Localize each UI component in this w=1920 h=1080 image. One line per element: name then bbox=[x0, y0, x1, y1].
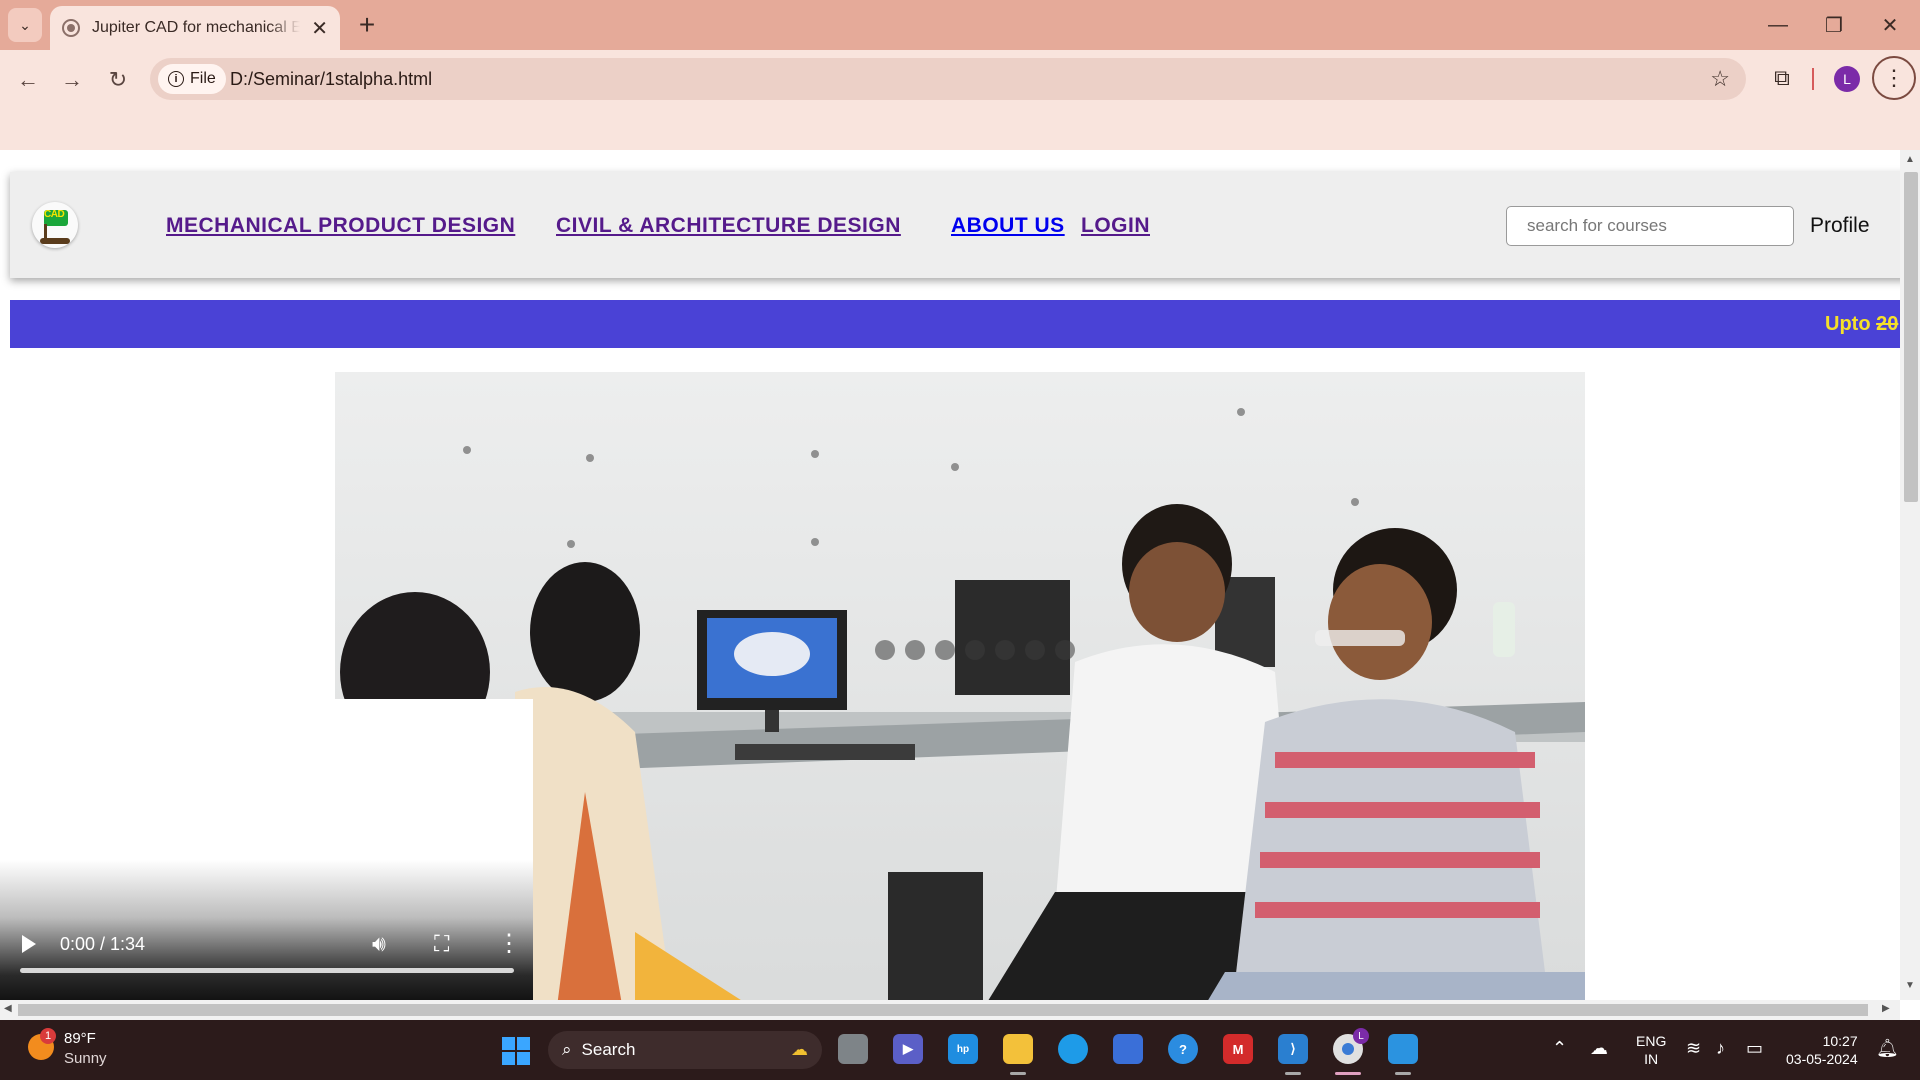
search-highlight-icon: ☁ bbox=[791, 1040, 808, 1059]
edge-icon[interactable] bbox=[1058, 1034, 1088, 1064]
browser-tab-bar: ⌄ Jupiter CAD for mechanical Eng ✕ + — ❐… bbox=[0, 0, 1920, 50]
slider-dot[interactable] bbox=[1025, 640, 1045, 660]
course-search-input[interactable] bbox=[1506, 206, 1794, 246]
site-logo[interactable]: CAD bbox=[32, 202, 78, 248]
scroll-up-icon[interactable]: ▲ bbox=[1905, 154, 1915, 165]
weather-badge: 1 bbox=[40, 1028, 56, 1044]
site-info-chip[interactable]: i File bbox=[158, 64, 226, 94]
toolbar-divider bbox=[1812, 68, 1814, 90]
url-text[interactable]: D:/Seminar/1stalpha.html bbox=[230, 69, 432, 90]
search-icon: ⌕ bbox=[562, 1040, 572, 1059]
chrome-profile-badge: L bbox=[1353, 1028, 1369, 1044]
slider-dot[interactable] bbox=[995, 640, 1015, 660]
slider-dots bbox=[875, 640, 1075, 660]
nav-login[interactable]: LOGIN bbox=[1081, 214, 1150, 238]
myhp-icon[interactable]: hp bbox=[948, 1034, 978, 1064]
photos-icon[interactable] bbox=[1388, 1034, 1418, 1064]
task-view-icon[interactable] bbox=[838, 1034, 868, 1064]
marquee-prefix: Upto bbox=[1825, 313, 1877, 335]
close-window-icon[interactable]: ✕ bbox=[1862, 0, 1918, 50]
marquee-strike-price: 20 bbox=[1876, 313, 1899, 335]
site-header: CAD MECHANICAL PRODUCT DESIGN CIVIL & AR… bbox=[10, 172, 1910, 278]
running-indicator bbox=[1010, 1072, 1026, 1075]
teams-icon[interactable]: ▶ bbox=[893, 1034, 923, 1064]
chevron-down-icon: ⌄ bbox=[19, 16, 31, 33]
video-player[interactable]: 0:00 / 1:34 🔊︎ ⛶ ⋮ bbox=[0, 699, 533, 1020]
mcafee-icon[interactable]: M bbox=[1223, 1034, 1253, 1064]
profile-link[interactable]: Profile bbox=[1810, 214, 1870, 238]
taskbar-search-label: Search bbox=[581, 1040, 636, 1059]
profile-avatar[interactable]: L bbox=[1834, 66, 1860, 92]
extensions-icon[interactable]: ⧉ bbox=[1768, 64, 1796, 92]
chevron-up-icon[interactable]: ⌃ bbox=[1552, 1038, 1567, 1059]
windows-taskbar: 1 89°F Sunny ⌕ Search ☁ ▶ hp ? M ⟩ L ⌃ ☁… bbox=[0, 1020, 1920, 1080]
onedrive-icon[interactable]: ☁ bbox=[1590, 1038, 1608, 1059]
slider-dot[interactable] bbox=[875, 640, 895, 660]
running-indicator bbox=[1395, 1072, 1411, 1075]
taskbar-search[interactable]: ⌕ Search ☁ bbox=[548, 1031, 822, 1069]
globe-icon bbox=[62, 19, 80, 37]
vertical-scroll-thumb[interactable] bbox=[1904, 172, 1918, 502]
minimize-icon[interactable]: — bbox=[1750, 0, 1806, 50]
nav-mechanical-product-design[interactable]: MECHANICAL PRODUCT DESIGN bbox=[166, 214, 515, 238]
marquee-text: Upto 20 bbox=[1825, 313, 1898, 336]
restore-icon[interactable]: ❐ bbox=[1806, 0, 1862, 50]
back-icon[interactable]: ← bbox=[10, 62, 46, 98]
store-icon[interactable] bbox=[1113, 1034, 1143, 1064]
lang-code: ENG bbox=[1636, 1033, 1667, 1049]
chip-label: File bbox=[190, 70, 216, 87]
browser-tab[interactable]: Jupiter CAD for mechanical Eng ✕ bbox=[50, 6, 340, 50]
weather-temperature: 89°F bbox=[64, 1030, 96, 1047]
volume-icon[interactable]: 🔊︎ bbox=[372, 931, 386, 957]
clock-date: 03-05-2024 bbox=[1786, 1051, 1858, 1067]
fullscreen-icon[interactable]: ⛶ bbox=[434, 931, 449, 957]
file-explorer-icon[interactable] bbox=[1003, 1034, 1033, 1064]
battery-icon[interactable]: ▭ bbox=[1746, 1038, 1763, 1059]
slider-dot[interactable] bbox=[1055, 640, 1075, 660]
slider-dot[interactable] bbox=[905, 640, 925, 660]
speaker-icon[interactable]: ♪ bbox=[1716, 1038, 1725, 1059]
offer-marquee: Upto 20 bbox=[10, 300, 1910, 348]
tab-search-button[interactable]: ⌄ bbox=[8, 8, 42, 42]
wifi-icon[interactable]: ≋ bbox=[1686, 1038, 1701, 1059]
play-icon[interactable] bbox=[22, 935, 36, 953]
clock-time: 10:27 bbox=[1822, 1033, 1858, 1049]
logo-base bbox=[40, 238, 70, 244]
active-indicator bbox=[1335, 1072, 1361, 1075]
language-indicator[interactable]: ENG IN bbox=[1636, 1032, 1666, 1068]
more-options-icon[interactable]: ⋮ bbox=[497, 929, 521, 958]
forward-icon[interactable]: → bbox=[54, 62, 90, 98]
weather-condition: Sunny bbox=[64, 1050, 107, 1067]
info-icon: i bbox=[168, 71, 184, 87]
page-viewport: CAD MECHANICAL PRODUCT DESIGN CIVIL & AR… bbox=[0, 150, 1920, 1020]
reload-icon[interactable]: ↻ bbox=[100, 62, 136, 98]
scroll-left-icon[interactable]: ◀ bbox=[4, 1003, 12, 1014]
help-icon[interactable]: ? bbox=[1168, 1034, 1198, 1064]
logo-text: CAD bbox=[44, 209, 65, 220]
slider-dot[interactable] bbox=[965, 640, 985, 660]
horizontal-scrollbar[interactable]: ◀ ▶ bbox=[0, 1000, 1900, 1020]
address-bar[interactable]: i File D:/Seminar/1stalpha.html ☆ bbox=[150, 58, 1746, 100]
horizontal-scroll-thumb[interactable] bbox=[18, 1004, 1868, 1016]
lang-region: IN bbox=[1644, 1051, 1659, 1067]
tab-close-icon[interactable]: ✕ bbox=[311, 16, 328, 41]
scroll-down-icon[interactable]: ▼ bbox=[1905, 980, 1915, 991]
windows-start-icon[interactable] bbox=[502, 1037, 530, 1065]
vscode-icon[interactable]: ⟩ bbox=[1278, 1034, 1308, 1064]
bookmark-star-icon[interactable]: ☆ bbox=[1710, 66, 1730, 92]
video-progress-bar[interactable] bbox=[20, 968, 514, 973]
new-tab-button[interactable]: + bbox=[350, 8, 384, 42]
system-clock[interactable]: 10:27 03-05-2024 bbox=[1786, 1032, 1858, 1068]
nav-about-us[interactable]: ABOUT US bbox=[951, 214, 1065, 238]
scroll-right-icon[interactable]: ▶ bbox=[1882, 1003, 1890, 1014]
video-time: 0:00 / 1:34 bbox=[60, 934, 146, 954]
running-indicator bbox=[1285, 1072, 1301, 1075]
browser-menu-icon[interactable]: ⋮ bbox=[1872, 56, 1916, 100]
vertical-scrollbar[interactable]: ▲ ▼ bbox=[1900, 150, 1920, 1000]
notification-bell-icon[interactable]: 🔔︎ bbox=[1876, 1038, 1899, 1059]
nav-civil-architecture-design[interactable]: CIVIL & ARCHITECTURE DESIGN bbox=[556, 214, 901, 238]
tab-title: Jupiter CAD for mechanical Eng bbox=[92, 19, 300, 36]
slider-dot[interactable] bbox=[935, 640, 955, 660]
